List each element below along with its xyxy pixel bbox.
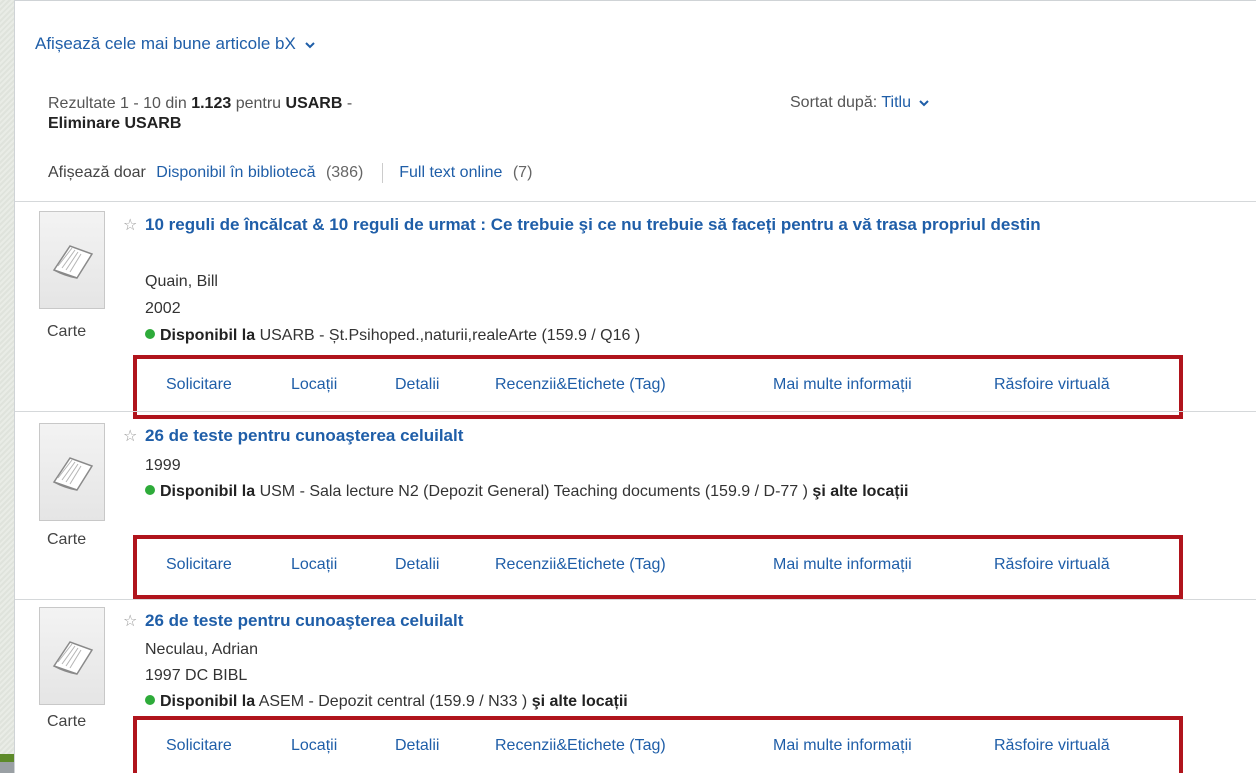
result-year: 1997 DC BIBL: [145, 667, 248, 684]
availability-label: Disponibil la: [160, 693, 256, 710]
book-icon: [52, 245, 94, 279]
tab-details[interactable]: Detalii: [395, 376, 439, 394]
book-thumbnail[interactable]: [39, 607, 105, 705]
star-icon[interactable]: ☆: [123, 215, 137, 235]
material-type: Carte: [47, 713, 87, 730]
available-status-icon: [145, 485, 155, 495]
results-panel: Afișează cele mai bune articole bX Rezul…: [14, 0, 1256, 773]
result-author: Neculau, Adrian: [145, 641, 258, 658]
facet-fulltext-count: (7): [512, 164, 533, 182]
sort-value[interactable]: Titlu: [881, 94, 911, 111]
result-year: 2002: [145, 300, 181, 317]
divider: [15, 411, 1256, 412]
result-year: 1999: [145, 457, 181, 474]
record-actions-bar: Solicitare Locații Detalii Recenzii&Etic…: [133, 535, 1183, 599]
tab-more-info[interactable]: Mai multe informații: [773, 556, 912, 574]
available-status-icon: [145, 695, 155, 705]
result-title-link[interactable]: 26 de teste pentru cunoaşterea celuilalt: [145, 425, 1185, 447]
tab-reviews-tags[interactable]: Recenzii&Etichete (Tag): [495, 376, 666, 394]
divider: [15, 201, 1256, 202]
tab-virtual-browse[interactable]: Răsfoire virtuală: [994, 556, 1110, 574]
tab-virtual-browse[interactable]: Răsfoire virtuală: [994, 376, 1110, 394]
tab-request[interactable]: Solicitare: [166, 737, 232, 755]
top-articles-label[interactable]: Afișează cele mai bune articole bX: [35, 34, 296, 53]
other-locations-link[interactable]: şi alte locații: [812, 483, 908, 500]
background-stripe-gray: [0, 762, 14, 773]
availability-text: USM - Sala lecture N2 (Depozit General) …: [255, 483, 813, 500]
sort-label: Sortat după:: [790, 94, 882, 111]
results-range: Rezultate 1 - 10 din: [48, 95, 192, 112]
tab-request[interactable]: Solicitare: [166, 376, 232, 394]
result-title-link[interactable]: 10 reguli de încălcat & 10 reguli de urm…: [145, 214, 1185, 236]
top-articles-link[interactable]: Afișează cele mai bune articole bX: [35, 34, 315, 54]
availability-text: ASEM - Depozit central (159.9 / N33 ): [255, 693, 532, 710]
divider: [15, 599, 1256, 600]
book-thumbnail[interactable]: [39, 211, 105, 309]
availability: Disponibil la USM - Sala lecture N2 (Dep…: [145, 481, 1225, 502]
availability: Disponibil la ASEM - Depozit central (15…: [145, 691, 1225, 712]
star-icon[interactable]: ☆: [123, 611, 137, 631]
chevron-down-icon[interactable]: [304, 40, 315, 50]
tab-locations[interactable]: Locații: [291, 556, 337, 574]
book-icon: [52, 641, 94, 675]
facet-label: Afișează doar: [48, 164, 146, 182]
chevron-down-icon[interactable]: [919, 98, 930, 108]
tab-locations[interactable]: Locații: [291, 376, 337, 394]
tab-virtual-browse[interactable]: Răsfoire virtuală: [994, 737, 1110, 755]
results-total: 1.123: [191, 95, 232, 112]
remove-scope-link[interactable]: Eliminare USARB: [48, 115, 181, 132]
tab-request[interactable]: Solicitare: [166, 556, 232, 574]
other-locations-link[interactable]: şi alte locații: [532, 693, 628, 710]
availability-label: Disponibil la: [160, 483, 256, 500]
record-actions-bar: Solicitare Locații Detalii Recenzii&Etic…: [133, 716, 1183, 773]
summary-dash: -: [342, 95, 353, 112]
record-actions-bar: Solicitare Locații Detalii Recenzii&Etic…: [133, 355, 1183, 419]
facet-available-count: (386): [325, 164, 364, 182]
tab-more-info[interactable]: Mai multe informații: [773, 376, 912, 394]
star-icon[interactable]: ☆: [123, 426, 137, 446]
facet-filter: Afișează doar Disponibil în bibliotecă (…: [48, 163, 532, 183]
tab-reviews-tags[interactable]: Recenzii&Etichete (Tag): [495, 737, 666, 755]
sort-control[interactable]: Sortat după: Titlu: [790, 94, 930, 112]
facet-available-link[interactable]: Disponibil în bibliotecă: [156, 164, 315, 181]
result-author: Quain, Bill: [145, 273, 218, 290]
availability: Disponibil la USARB - Șt.Psihoped.,natur…: [145, 325, 1225, 346]
tab-more-info[interactable]: Mai multe informații: [773, 737, 912, 755]
availability-label: Disponibil la: [160, 327, 256, 344]
tab-reviews-tags[interactable]: Recenzii&Etichete (Tag): [495, 556, 666, 574]
tab-details[interactable]: Detalii: [395, 737, 439, 755]
available-status-icon: [145, 329, 155, 339]
facet-fulltext-link[interactable]: Full text online: [399, 164, 502, 181]
availability-text: USARB - Șt.Psihoped.,naturii,realeArte (…: [255, 327, 641, 344]
material-type: Carte: [47, 323, 87, 340]
tab-locations[interactable]: Locații: [291, 737, 337, 755]
query-scope: USARB: [285, 95, 343, 112]
facet-divider: [381, 163, 383, 183]
tab-details[interactable]: Detalii: [395, 556, 439, 574]
book-thumbnail[interactable]: [39, 423, 105, 521]
material-type: Carte: [47, 531, 87, 548]
results-summary: Rezultate 1 - 10 din 1.123 pentru USARB …: [48, 94, 568, 134]
result-title-link[interactable]: 26 de teste pentru cunoaşterea celuilalt: [145, 610, 1185, 632]
results-for-text: pentru: [231, 95, 286, 112]
book-icon: [52, 457, 94, 491]
